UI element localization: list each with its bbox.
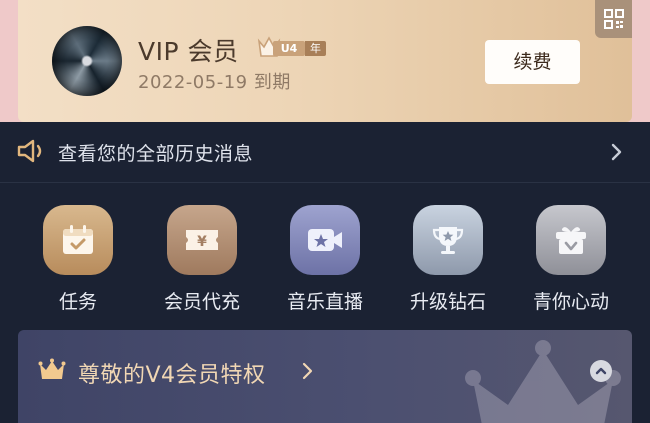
grid-item-member-recharge[interactable]: ¥ 会员代充 [152,205,252,314]
upgrade-diamond-tile[interactable] [413,205,483,275]
grid-label-music-live: 音乐直播 [286,291,363,313]
speaker-icon [17,139,42,163]
renew-button[interactable]: 续费 [485,40,580,84]
yen-ticket-icon: ¥ [186,230,218,250]
calendar-check-icon [63,225,93,254]
level-label: U4 [273,41,305,56]
chevron-right-icon [611,143,622,161]
qr-code-icon [603,9,624,29]
chevron-right-icon [302,362,313,380]
vip-title: VIP 会员 [138,37,239,66]
message-history-row[interactable]: 查看您的全部历史消息 [0,122,650,183]
music-live-tile[interactable] [290,205,360,275]
heartbeat-tile[interactable] [536,205,606,275]
grid-label-upgrade-diamond: 升级钻石 [409,291,486,313]
grid-label-member-recharge: 会员代充 [163,291,240,313]
v4-privilege-card[interactable]: 尊敬的V4会员特权 [18,330,632,423]
avatar[interactable] [52,26,122,96]
privilege-title: 尊敬的V4会员特权 [78,363,266,388]
grid-item-upgrade-diamond[interactable]: 升级钻石 [398,205,498,314]
expire-date: 2022-05-19 到期 [138,72,291,93]
chevron-up-icon [595,367,607,375]
grid-item-music-live[interactable]: 音乐直播 [275,205,375,314]
gift-box-icon [556,227,586,254]
vip-membership-card[interactable]: VIP 会员 U4 年 2022-05-19 到期 续费 [18,0,632,122]
grid-label-heartbeat: 青你心动 [532,291,609,313]
svg-text:¥: ¥ [197,234,207,250]
member-recharge-tile[interactable]: ¥ [167,205,237,275]
grid-label-task: 任务 [58,291,97,313]
message-history-label: 查看您的全部历史消息 [58,143,254,165]
grid-item-heartbeat[interactable]: 青你心动 [521,205,621,314]
task-tile[interactable] [43,205,113,275]
crown-icon [38,358,66,379]
qr-code-button[interactable] [595,0,632,38]
level-badge: U4 年 [256,34,328,60]
video-star-icon [308,229,342,251]
level-suffix: 年 [305,41,326,56]
collapse-button[interactable] [590,360,612,382]
trophy-star-icon [432,227,464,254]
grid-item-task[interactable]: 任务 [28,205,128,314]
